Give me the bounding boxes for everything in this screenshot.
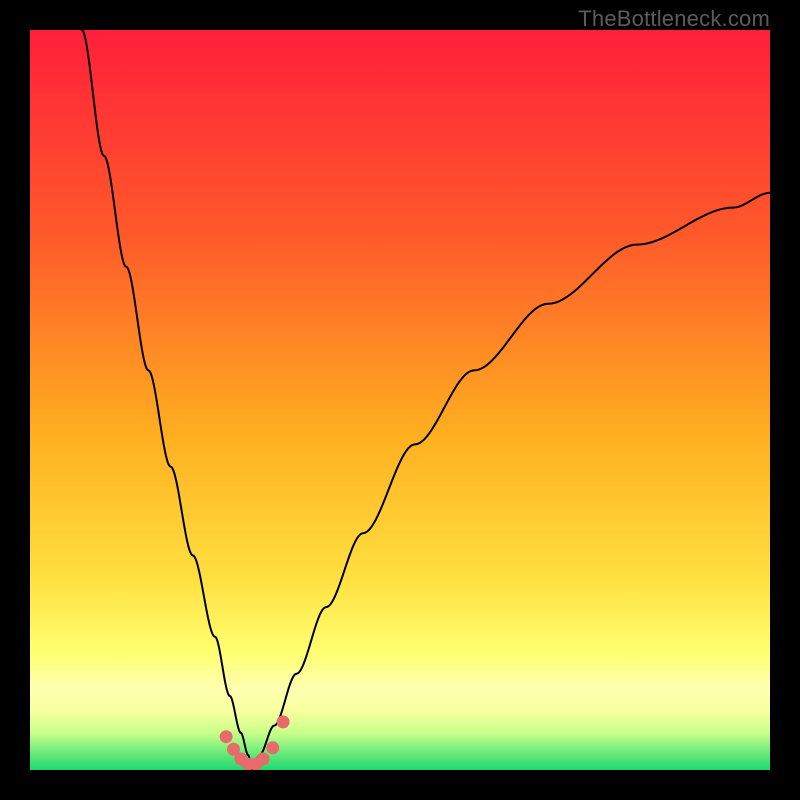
chart-frame xyxy=(30,30,770,770)
chart-background-gradient xyxy=(30,30,770,770)
watermark-text: TheBottleneck.com xyxy=(578,6,770,32)
